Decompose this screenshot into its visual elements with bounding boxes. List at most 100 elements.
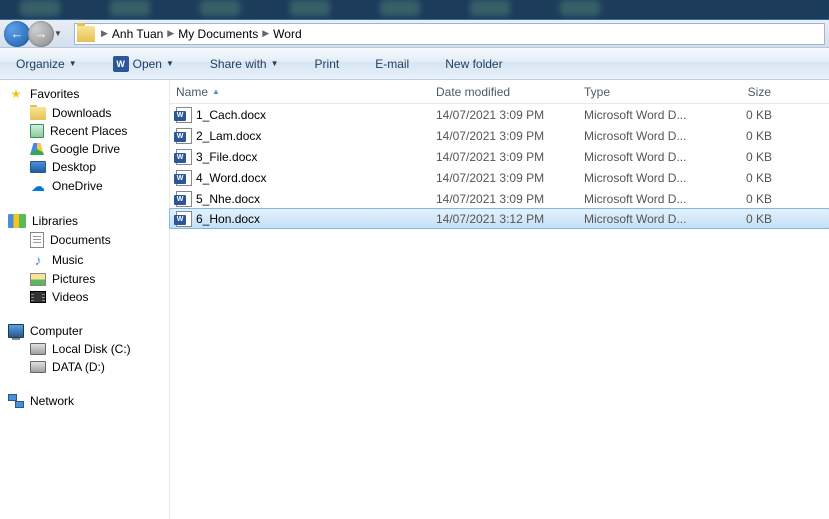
music-icon: ♪ [30, 252, 46, 268]
breadcrumb-seg-2[interactable]: My Documents [178, 27, 258, 41]
onedrive-icon: ☁ [30, 178, 46, 194]
folder-icon [30, 107, 46, 120]
sidebar-item-libraries[interactable]: Libraries [0, 212, 169, 230]
sidebar-item-local-disk-c[interactable]: Local Disk (C:) [0, 340, 169, 358]
file-size: 0 KB [698, 192, 778, 206]
docx-icon [176, 107, 192, 123]
file-size: 0 KB [698, 171, 778, 185]
nav-history-dropdown[interactable]: ▼ [54, 29, 64, 38]
file-date: 14/07/2021 3:09 PM [430, 129, 578, 143]
libraries-icon [8, 214, 26, 228]
sidebar-item-downloads[interactable]: Downloads [0, 104, 169, 122]
file-row[interactable]: 6_Hon.docx 14/07/2021 3:12 PMMicrosoft Wo… [169, 208, 829, 229]
toolbar: Organize▼ WOpen▼ Share with▼ Print E-mai… [0, 48, 829, 80]
address-bar: ← → ▼ ▶ Anh Tuan ▶ My Documents ▶ Word [0, 20, 829, 48]
chevron-down-icon: ▼ [166, 59, 174, 68]
sidebar-item-computer[interactable]: Computer [0, 322, 169, 340]
google-drive-icon [30, 143, 44, 155]
file-name: 5_Nhe.docx [196, 192, 260, 206]
column-headers: Name▲ Date modified Type Size [170, 80, 829, 104]
videos-icon [30, 291, 46, 303]
file-type: Microsoft Word D... [578, 129, 698, 143]
file-name: 2_Lam.docx [196, 129, 261, 143]
sidebar-item-favorites[interactable]: ★Favorites [0, 84, 169, 104]
chevron-right-icon: ▶ [167, 28, 174, 39]
explorer-window: ← → ▼ ▶ Anh Tuan ▶ My Documents ▶ Word O… [0, 19, 829, 519]
chevron-right-icon: ▶ [101, 28, 108, 39]
recent-places-icon [30, 124, 44, 138]
computer-icon [8, 324, 24, 338]
file-size: 0 KB [698, 108, 778, 122]
file-row[interactable]: 1_Cach.docx 14/07/2021 3:09 PMMicrosoft W… [170, 104, 829, 125]
chevron-down-icon: ▼ [271, 59, 279, 68]
sidebar-item-data-d[interactable]: DATA (D:) [0, 358, 169, 376]
docx-icon [176, 149, 192, 165]
breadcrumb[interactable]: ▶ Anh Tuan ▶ My Documents ▶ Word [74, 23, 825, 45]
sidebar-item-pictures[interactable]: Pictures [0, 270, 169, 288]
docx-icon [176, 170, 192, 186]
file-date: 14/07/2021 3:09 PM [430, 192, 578, 206]
file-type: Microsoft Word D... [578, 150, 698, 164]
file-row[interactable]: 3_File.docx 14/07/2021 3:09 PMMicrosoft W… [170, 146, 829, 167]
folder-icon [77, 26, 95, 42]
open-button[interactable]: WOpen▼ [105, 52, 182, 76]
taskbar-blurred [0, 0, 829, 19]
file-name: 6_Hon.docx [196, 212, 260, 226]
docx-icon [176, 191, 192, 207]
file-name: 3_File.docx [196, 150, 257, 164]
file-size: 0 KB [698, 129, 778, 143]
file-list: 1_Cach.docx14/07/2021 3:09 PMMicrosoft W… [170, 104, 829, 519]
sidebar-item-documents[interactable]: Documents [0, 230, 169, 250]
breadcrumb-seg-1[interactable]: Anh Tuan [112, 27, 163, 41]
file-type: Microsoft Word D... [578, 212, 698, 226]
sidebar: ★Favorites Downloads Recent Places Googl… [0, 80, 170, 519]
email-button[interactable]: E-mail [367, 53, 417, 75]
sidebar-item-google-drive[interactable]: Google Drive [0, 140, 169, 158]
file-row[interactable]: 4_Word.docx14/07/2021 3:09 PMMicrosoft W… [170, 167, 829, 188]
file-date: 14/07/2021 3:09 PM [430, 108, 578, 122]
nav-forward-button[interactable]: → [28, 21, 54, 47]
file-type: Microsoft Word D... [578, 192, 698, 206]
document-icon [30, 232, 44, 248]
sidebar-item-network[interactable]: Network [0, 392, 169, 410]
disk-icon [30, 361, 46, 373]
desktop-icon [30, 161, 46, 173]
network-icon [8, 394, 24, 408]
file-name: 4_Word.docx [196, 171, 266, 185]
file-date: 14/07/2021 3:09 PM [430, 171, 578, 185]
chevron-right-icon: ▶ [262, 28, 269, 39]
organize-button[interactable]: Organize▼ [8, 53, 85, 75]
sidebar-item-music[interactable]: ♪Music [0, 250, 169, 270]
file-pane: Name▲ Date modified Type Size 1_Cach.doc… [170, 80, 829, 519]
column-size[interactable]: Size [698, 80, 778, 103]
disk-icon [30, 343, 46, 355]
file-date: 14/07/2021 3:12 PM [430, 212, 578, 226]
sidebar-item-recent-places[interactable]: Recent Places [0, 122, 169, 140]
file-date: 14/07/2021 3:09 PM [430, 150, 578, 164]
column-type[interactable]: Type [578, 80, 698, 103]
new-folder-button[interactable]: New folder [437, 53, 510, 75]
file-size: 0 KB [698, 150, 778, 164]
word-icon: W [113, 56, 129, 72]
file-row[interactable]: 5_Nhe.docx 14/07/2021 3:09 PMMicrosoft Wo… [170, 188, 829, 209]
chevron-down-icon: ▼ [69, 59, 77, 68]
sidebar-item-onedrive[interactable]: ☁OneDrive [0, 176, 169, 196]
docx-icon [176, 211, 192, 227]
print-button[interactable]: Print [307, 53, 348, 75]
pictures-icon [30, 273, 46, 286]
column-name[interactable]: Name▲ [170, 80, 430, 103]
file-type: Microsoft Word D... [578, 108, 698, 122]
arrow-left-icon: ← [11, 26, 24, 41]
sidebar-item-videos[interactable]: Videos [0, 288, 169, 306]
column-date-modified[interactable]: Date modified [430, 80, 578, 103]
breadcrumb-seg-3[interactable]: Word [273, 27, 301, 41]
arrow-right-icon: → [35, 26, 48, 41]
file-name: 1_Cach.docx [196, 108, 266, 122]
sidebar-item-desktop[interactable]: Desktop [0, 158, 169, 176]
nav-back-button[interactable]: ← [4, 21, 30, 47]
file-row[interactable]: 2_Lam.docx 14/07/2021 3:09 PMMicrosoft Wo… [170, 125, 829, 146]
star-icon: ★ [8, 86, 24, 102]
docx-icon [176, 128, 192, 144]
share-with-button[interactable]: Share with▼ [202, 53, 287, 75]
file-size: 0 KB [698, 212, 778, 226]
